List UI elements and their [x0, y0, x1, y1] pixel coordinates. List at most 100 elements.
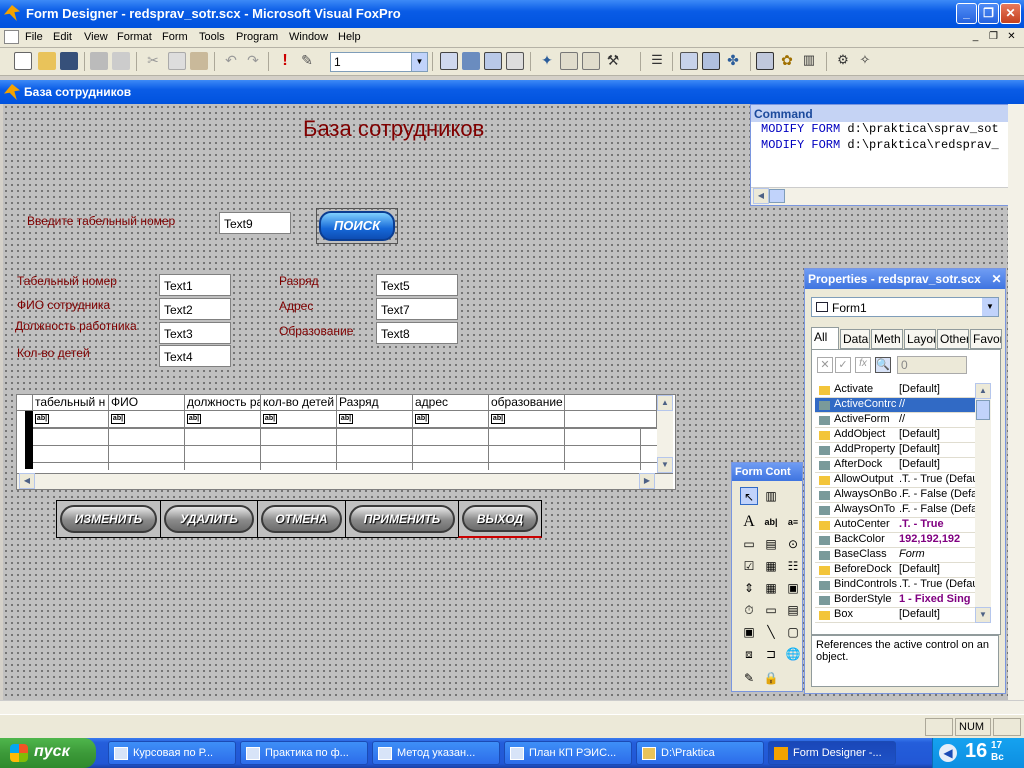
new-icon[interactable] [14, 52, 32, 70]
menu-edit[interactable]: Edit [53, 31, 72, 43]
property-row[interactable]: AddProperty [Default] [815, 443, 975, 458]
cancel-button[interactable]: ОТМЕНА [257, 500, 346, 538]
grid-scroll-up-icon[interactable]: ▲ [657, 395, 673, 411]
property-row[interactable]: BeforeDock [Default] [815, 563, 975, 578]
apply-button[interactable]: ПРИМЕНИТЬ [345, 500, 459, 538]
checkbox-tool-icon[interactable]: ☑ [740, 557, 758, 575]
menu-window[interactable]: Window [289, 31, 328, 43]
tab-other[interactable]: Other [937, 329, 969, 349]
menu-format[interactable]: Format [117, 31, 152, 43]
image-tool-icon[interactable]: ▣ [784, 579, 802, 597]
zoom-combo[interactable]: 1 ▼ [330, 52, 428, 72]
container-tool-icon[interactable]: ⧈ [740, 645, 758, 663]
shape-tool-icon[interactable]: ▢ [784, 623, 802, 641]
textbox-tab-number[interactable]: Text1 [159, 274, 231, 296]
ole-control-tool-icon[interactable]: ▤ [784, 601, 802, 619]
copy-icon[interactable] [168, 52, 186, 70]
color-palette-icon[interactable]: ✿ [778, 52, 796, 70]
minimize-button[interactable]: _ [956, 3, 977, 24]
builder-lock-icon[interactable]: ✎ [740, 669, 758, 687]
form-wizard-icon[interactable] [582, 52, 600, 70]
grid-header-tab-number[interactable]: табельный н [33, 395, 109, 411]
cut-icon[interactable]: ✂ [144, 52, 162, 70]
run-icon[interactable]: ! [276, 52, 294, 70]
tab-layout[interactable]: Layou [904, 329, 936, 349]
code-icon[interactable] [506, 52, 524, 70]
edit-button[interactable]: ИЗМЕНИТЬ [56, 500, 161, 538]
menu-file[interactable]: File [25, 31, 43, 43]
grid-cell[interactable]: ab| [413, 411, 489, 428]
editbox-tool-icon[interactable]: a≡ [784, 513, 802, 531]
task-item[interactable]: План КП РЭИС... [504, 741, 632, 765]
textbox-fio[interactable]: Text2 [159, 298, 231, 320]
task-item[interactable]: Курсовая по Р... [108, 741, 236, 765]
task-item[interactable]: D:\Praktica [636, 741, 764, 765]
tab-data[interactable]: Data [840, 329, 870, 349]
task-item[interactable]: Практика по ф... [240, 741, 368, 765]
menu-view[interactable]: View [84, 31, 108, 43]
search-label[interactable]: Введите табельный номер [27, 214, 175, 228]
back-arrow-icon[interactable]: ◀ [939, 744, 957, 762]
spinner-tool-icon[interactable]: ⇕ [740, 579, 758, 597]
mdi-minimize-button[interactable]: _ [968, 30, 983, 44]
data-environment-icon[interactable] [680, 52, 698, 70]
textbox-children[interactable]: Text4 [159, 345, 231, 367]
print-icon[interactable] [90, 52, 108, 70]
maximize-button[interactable]: ❐ [978, 3, 999, 24]
redo-icon[interactable]: ↷ [244, 52, 262, 70]
separator-tool-icon[interactable]: ⊐ [762, 645, 780, 663]
layout-toolbar-icon[interactable]: ▥ [800, 52, 818, 70]
grid-cell[interactable]: ab| [33, 411, 109, 428]
zoom-icon[interactable]: 🔍 [875, 357, 891, 373]
command-scroll-thumb[interactable] [769, 189, 785, 203]
search-button[interactable]: ПОИСК [316, 208, 398, 244]
grid-scroll-left-icon[interactable]: ◀ [19, 473, 35, 489]
menu-program[interactable]: Program [236, 31, 278, 43]
employees-grid[interactable]: табельный н ФИО должность ра кол-во дете… [16, 394, 676, 490]
properties-window[interactable]: Properties - redsprav_sotr.scx ✕ Form1 ▼ … [804, 268, 1006, 694]
textbox-tool-icon[interactable]: ab| [762, 513, 780, 531]
tab-order-icon[interactable]: ☰ [648, 52, 666, 70]
cancel-value-icon[interactable]: ✕ [817, 357, 833, 373]
command-window[interactable]: Command MODIFY FORM d:\praktica\sprav_so… [750, 104, 1024, 206]
accept-value-icon[interactable]: ✓ [835, 357, 851, 373]
properties-scroll-up-icon[interactable]: ▲ [975, 383, 991, 399]
form-heading[interactable]: База сотрудников [303, 116, 484, 142]
properties-window-icon[interactable] [702, 52, 720, 70]
form-builder-icon[interactable]: ⚙ [834, 52, 852, 70]
view-classes-icon[interactable]: ▥ [762, 487, 780, 505]
property-row[interactable]: BorderStyle 1 - Fixed Sing [815, 593, 975, 608]
command-hscroll-track[interactable] [751, 187, 1023, 205]
textbox-address[interactable]: Text7 [376, 298, 458, 320]
tab-all[interactable]: All [811, 327, 839, 349]
tab-methods[interactable]: Meth [871, 329, 903, 349]
delete-button[interactable]: УДАЛИТЬ [160, 500, 258, 538]
form-controls-toolbar[interactable]: Form Cont ↖ ▥ A ab| a≡ ▭ ▤ ⊙ ☑ ▦ ☷ ⇕ ▦ ▣… [731, 462, 803, 692]
mdi-close-button[interactable]: ✕ [1004, 30, 1019, 44]
label-rank[interactable]: Разряд [279, 274, 319, 288]
property-row[interactable]: AddObject [Default] [815, 428, 975, 443]
label-position[interactable]: Должность работника [15, 319, 137, 333]
property-row[interactable]: BackColor 192,192,192 [815, 533, 975, 548]
start-button[interactable]: пуск [0, 738, 96, 768]
timer-tool-icon[interactable]: ⏱ [740, 601, 758, 619]
function-icon[interactable]: fx [855, 357, 871, 373]
print-preview-icon[interactable] [112, 52, 130, 70]
line-tool-icon[interactable]: ╲ [762, 623, 780, 641]
label-address[interactable]: Адрес [279, 299, 313, 313]
property-row[interactable]: AlwaysOnTo .F. - False (Defa [815, 503, 975, 518]
grid-cell[interactable]: ab| [109, 411, 185, 428]
property-row[interactable]: AlwaysOnBo .F. - False (Defa [815, 488, 975, 503]
close-button[interactable]: ✕ [1000, 3, 1021, 24]
textbox-education[interactable]: Text8 [376, 322, 458, 344]
task-item[interactable]: Метод указан... [372, 741, 500, 765]
property-row[interactable]: BaseClass Form [815, 548, 975, 563]
label-tool-icon[interactable]: A [740, 513, 758, 531]
grid-header-education[interactable]: образование [489, 395, 565, 411]
wizard-icon[interactable]: ✦ [538, 52, 556, 70]
tools-icon[interactable]: ⚒ [604, 52, 622, 70]
grid-cell[interactable]: ab| [489, 411, 565, 428]
grid-rows[interactable] [33, 428, 657, 470]
label-children[interactable]: Кол-во детей [17, 346, 90, 360]
property-row[interactable]: AutoCenter .T. - True [815, 518, 975, 533]
